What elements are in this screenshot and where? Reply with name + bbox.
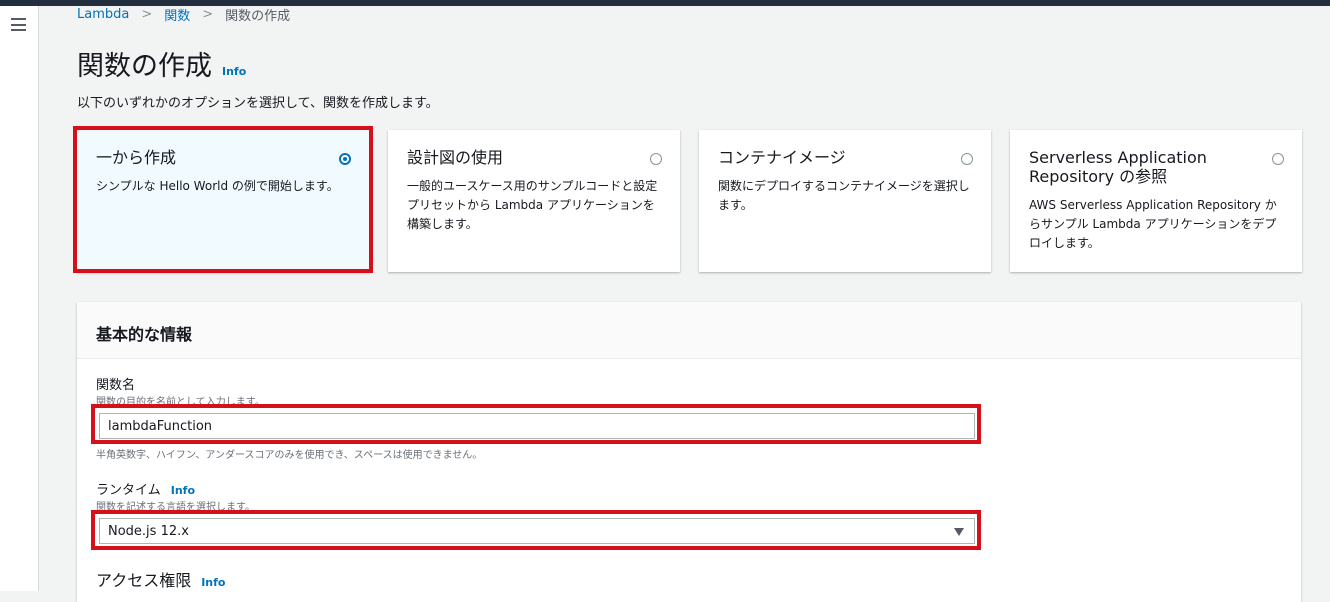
breadcrumb: Lambda > 関数 > 関数の作成 (77, 5, 290, 24)
info-link[interactable]: Info (222, 65, 246, 78)
option-title: Serverless Application Repository の参照 (1029, 148, 1207, 186)
option-radio-serverless-app-repo[interactable] (1272, 153, 1284, 165)
option-description: 一般的ユースケース用のサンプルコードと設定プリセットから Lambda アプリケ… (407, 179, 658, 231)
caret-down-icon (954, 528, 964, 536)
option-radio-use-blueprint[interactable] (650, 153, 662, 165)
page-title: 関数の作成 (77, 51, 212, 82)
runtime-selected-value: Node.js 12.x (108, 524, 189, 539)
panel-title: 基本的な情報 (96, 325, 193, 344)
access-info-link[interactable]: Info (201, 576, 225, 589)
function-name-description: 関数の目的を名前として入力します。 (96, 397, 265, 408)
function-name-input[interactable]: lambdaFunction (99, 413, 975, 439)
option-radio-container-image[interactable] (961, 153, 973, 165)
access-title: アクセス権限 (96, 571, 192, 590)
menu-icon[interactable] (11, 18, 26, 31)
option-description: AWS Serverless Application Repository から… (1029, 198, 1277, 250)
chevron-right-icon: > (202, 7, 214, 22)
page-subtitle: 以下のいずれかのオプションを選択して、関数を作成します。 (77, 96, 439, 111)
function-name-constraint: 半角英数字、ハイフン、アンダースコアのみを使用でき、スペースは使用できません。 (96, 450, 483, 461)
option-title: 設計図の使用 (407, 148, 504, 167)
chevron-right-icon: > (141, 7, 153, 22)
left-nav-rail (0, 6, 39, 591)
option-card-author-from-scratch[interactable]: 一から作成 シンプルな Hello World の例で開始します。 (77, 130, 369, 272)
option-title: コンテナイメージ (718, 148, 846, 167)
breadcrumb-lambda[interactable]: Lambda (77, 7, 129, 22)
panel-header: 基本的な情報 (77, 302, 1301, 359)
option-radio-author-from-scratch[interactable] (339, 153, 351, 165)
option-card-container-image[interactable]: コンテナイメージ 関数にデプロイするコンテナイメージを選択します。 (699, 130, 991, 272)
basic-info-panel: 基本的な情報 関数名 関数の目的を名前として入力します。 lambdaFunct… (77, 302, 1301, 602)
option-card-serverless-app-repo[interactable]: Serverless Application Repository の参照 AW… (1010, 130, 1302, 272)
access-section: アクセス権限 Info (96, 567, 225, 591)
option-description: シンプルな Hello World の例で開始します。 (96, 179, 339, 193)
runtime-label-row: ランタイム Info (96, 479, 195, 498)
runtime-label: ランタイム (96, 483, 161, 498)
breadcrumb-functions[interactable]: 関数 (164, 5, 190, 24)
page-header: 関数の作成 Info (77, 44, 246, 83)
runtime-select[interactable]: Node.js 12.x (99, 518, 975, 544)
option-title: 一から作成 (96, 148, 177, 167)
runtime-description: 関数を記述する言語を選択します。 (96, 502, 255, 513)
function-name-label: 関数名 (96, 378, 136, 393)
breadcrumb-current: 関数の作成 (225, 9, 291, 24)
runtime-info-link[interactable]: Info (171, 484, 195, 497)
option-description: 関数にデプロイするコンテナイメージを選択します。 (718, 179, 970, 212)
option-card-use-blueprint[interactable]: 設計図の使用 一般的ユースケース用のサンプルコードと設定プリセットから Lamb… (388, 130, 680, 272)
